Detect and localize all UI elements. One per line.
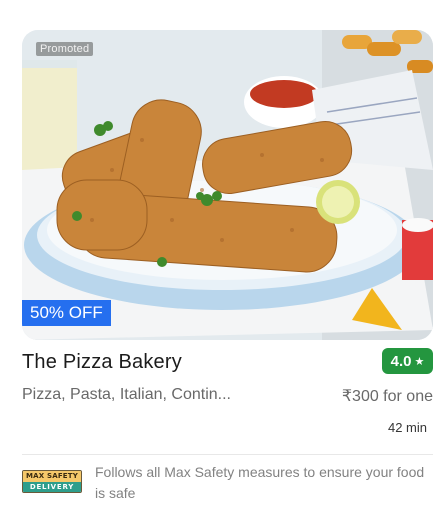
rating-badge: 4.0 ★ [382,348,433,374]
offer-badge: 50% OFF [22,300,111,326]
divider [22,454,433,455]
restaurant-card[interactable]: Promoted 50% OFF The Pizza Bakery 4.0 ★ … [22,30,433,501]
rating-value: 4.0 [390,352,412,370]
safety-badge-line2: DELIVERY [23,482,81,492]
food-photo [22,30,433,340]
restaurant-image[interactable]: Promoted 50% OFF [22,30,433,340]
star-icon: ★ [414,355,425,368]
cuisine-list: Pizza, Pasta, Italian, Contin... [22,386,231,403]
safety-badge-line1: MAX SAFETY [23,471,81,482]
promoted-tag: Promoted [36,42,94,56]
max-safety-logo: MAX SAFETY DELIVERY [22,470,82,493]
safety-message: Follows all Max Safety measures to ensur… [95,464,425,501]
delivery-time: 42 min [387,420,427,435]
restaurant-name[interactable]: The Pizza Bakery [22,351,182,374]
price-for-one: ₹300 for one [341,388,433,405]
